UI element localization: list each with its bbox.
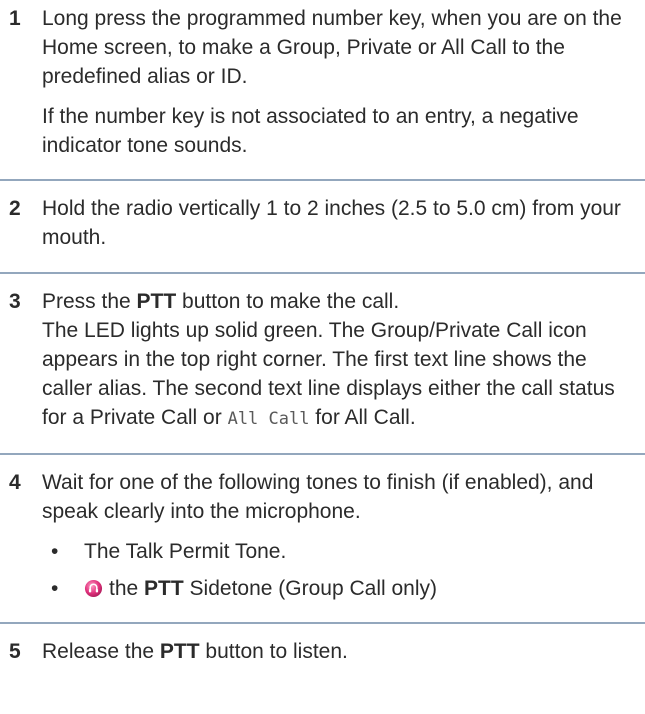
step-number: 3 bbox=[9, 290, 21, 313]
bullet-icon: • bbox=[51, 540, 59, 563]
procedure-steps: 1 Long press the programmed number key, … bbox=[0, 0, 645, 676]
text-segment: button to listen. bbox=[199, 640, 348, 663]
ptt-label: PTT bbox=[144, 577, 184, 600]
step-text: Release the PTT button to listen. bbox=[42, 637, 631, 666]
text-segment: Release the bbox=[42, 640, 160, 663]
ptt-label: PTT bbox=[159, 640, 200, 663]
text-segment: for All Call. bbox=[309, 406, 416, 429]
tone-list: • The Talk Permit Tone. • the PTT Sideto… bbox=[42, 537, 631, 603]
step-2: 2 Hold the radio vertically 1 to 2 inche… bbox=[0, 181, 645, 272]
list-item: • The Talk Permit Tone. bbox=[46, 537, 631, 566]
step-4: 4 Wait for one of the following tones to… bbox=[0, 455, 645, 622]
step-text: Wait for one of the following tones to f… bbox=[42, 471, 594, 523]
text-segment: button to make the call. bbox=[176, 290, 400, 313]
text-segment: the bbox=[109, 577, 145, 600]
step-text: Long press the programmed number key, wh… bbox=[42, 7, 622, 88]
step-text: Press the PTT button to make the call. bbox=[42, 287, 631, 316]
step-number: 1 bbox=[9, 7, 21, 30]
step-number: 5 bbox=[9, 640, 21, 663]
step-note: If the number key is not associated to a… bbox=[42, 105, 579, 157]
list-item: • the PTT Sidetone (Group Call only) bbox=[46, 574, 631, 603]
display-text-all-call: All Call bbox=[227, 409, 310, 429]
ptt-label: PTT bbox=[136, 290, 177, 313]
text-segment: Sidetone (Group Call only) bbox=[183, 577, 437, 600]
step-number: 2 bbox=[9, 197, 21, 220]
step-5: 5 Release the PTT button to listen. bbox=[0, 624, 645, 676]
step-1: 1 Long press the programmed number key, … bbox=[0, 0, 645, 179]
text-segment: Press the bbox=[42, 290, 137, 313]
step-number: 4 bbox=[9, 471, 21, 494]
step-detail: The LED lights up solid green. The Group… bbox=[42, 316, 631, 434]
bullet-icon: • bbox=[51, 577, 59, 600]
sidetone-icon bbox=[84, 579, 103, 598]
step-text: Hold the radio vertically 1 to 2 inches … bbox=[42, 197, 621, 249]
step-3: 3 Press the PTT button to make the call.… bbox=[0, 274, 645, 453]
list-item-text: The Talk Permit Tone. bbox=[84, 540, 287, 563]
